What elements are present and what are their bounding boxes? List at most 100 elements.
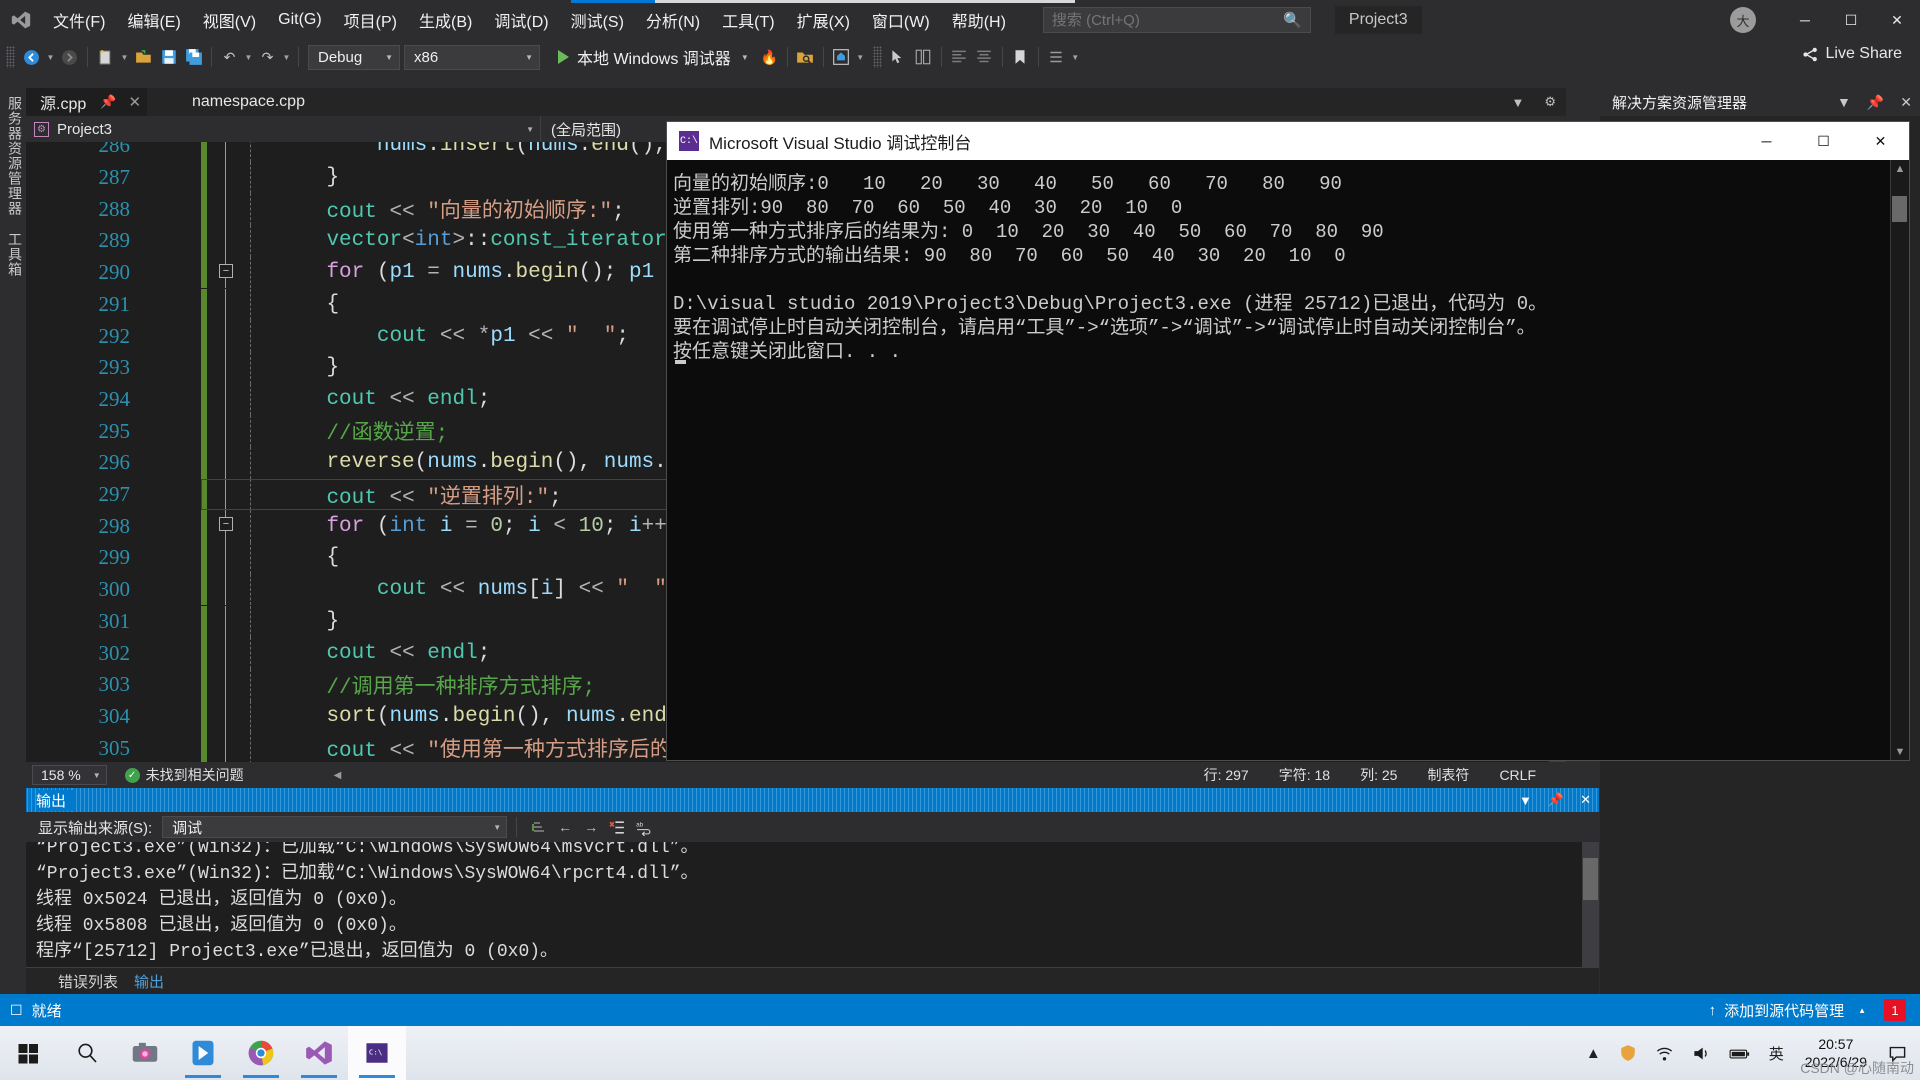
toolbar-overflow[interactable]: ▼ xyxy=(1069,45,1082,70)
console-maximize-button[interactable]: ☐ xyxy=(1795,122,1852,160)
chevron-up-icon[interactable]: ▲ xyxy=(1858,1006,1866,1015)
undo-icon[interactable]: ↶ xyxy=(217,45,242,70)
gear-icon[interactable]: ⚙ xyxy=(1534,94,1566,110)
toolbar-grip[interactable] xyxy=(872,46,882,68)
menu-file[interactable]: 文件(F) xyxy=(42,0,116,40)
console-icon[interactable]: C:\ xyxy=(348,1026,406,1080)
navbar-project-combo[interactable]: ⚙ Project3 ▼ xyxy=(26,116,541,142)
navigate-backward-icon[interactable] xyxy=(19,45,44,70)
close-icon[interactable]: ✕ xyxy=(1892,94,1920,111)
menu-view[interactable]: 视图(V) xyxy=(192,0,267,40)
navigate-backward-dropdown[interactable]: ▼ xyxy=(44,45,57,70)
scroll-down-icon[interactable]: ▼ xyxy=(1891,743,1909,758)
visual-studio-icon[interactable] xyxy=(290,1026,348,1080)
fold-toggle-icon[interactable]: − xyxy=(219,517,233,532)
list-icon[interactable] xyxy=(1044,45,1069,70)
battery-icon[interactable] xyxy=(1720,1044,1760,1063)
previous-message-icon[interactable]: ← xyxy=(552,815,578,839)
issues-indicator[interactable]: ✓ 未找到相关问题 xyxy=(124,765,244,785)
output-vertical-scrollbar[interactable] xyxy=(1582,842,1599,980)
notification-badge[interactable]: 1 xyxy=(1884,999,1906,1021)
debug-console-window[interactable]: C:\ Microsoft Visual Studio 调试控制台 ─ ☐ ✕ … xyxy=(667,122,1909,760)
menu-debug[interactable]: 调试(D) xyxy=(483,0,559,40)
ime-indicator[interactable]: 英 xyxy=(1760,1043,1793,1064)
tab-error-list[interactable]: 错误列表 xyxy=(58,971,118,992)
console-minimize-button[interactable]: ─ xyxy=(1738,122,1795,160)
live-preview-dropdown[interactable]: ▼ xyxy=(854,45,867,70)
search-folder-icon[interactable] xyxy=(793,45,818,70)
security-icon[interactable] xyxy=(1610,1044,1646,1062)
tab-output[interactable]: 输出 xyxy=(134,971,164,992)
scroll-left-icon[interactable]: ◀ xyxy=(334,770,342,781)
menu-edit[interactable]: 编辑(E) xyxy=(116,0,191,40)
pin-icon[interactable]: 📌 xyxy=(1540,792,1572,808)
close-button[interactable]: ✕ xyxy=(1874,0,1920,40)
menu-project[interactable]: 项目(P) xyxy=(333,0,408,40)
solution-configuration-combo[interactable]: Debug ▼ xyxy=(308,44,400,70)
new-item-dropdown[interactable]: ▼ xyxy=(118,45,131,70)
chevron-down-icon[interactable]: ▼ xyxy=(741,53,749,62)
search-icon[interactable] xyxy=(58,1026,116,1080)
menu-test[interactable]: 测试(S) xyxy=(560,0,635,40)
open-folder-icon[interactable] xyxy=(131,45,156,70)
tab-source-cpp[interactable]: 源.cpp 📌 ✕ xyxy=(26,88,148,116)
new-item-icon[interactable] xyxy=(93,45,118,70)
volume-icon[interactable] xyxy=(1683,1044,1720,1063)
start-debugging-button[interactable]: 本地 Windows 调试器 ▼ xyxy=(550,44,757,70)
close-icon[interactable]: ✕ xyxy=(128,93,141,111)
align-icon[interactable] xyxy=(947,45,972,70)
fold-toggle-icon[interactable]: − xyxy=(219,263,233,278)
start-icon[interactable] xyxy=(0,1026,58,1080)
menu-help[interactable]: 帮助(H) xyxy=(941,0,1017,40)
menu-window[interactable]: 窗口(W) xyxy=(861,0,941,40)
upload-icon[interactable]: ↑ xyxy=(1709,1002,1717,1019)
minimize-button[interactable]: ─ xyxy=(1782,0,1828,40)
search-input[interactable] xyxy=(1051,11,1282,29)
next-message-icon[interactable]: → xyxy=(578,815,604,839)
output-source-combo[interactable]: 调试 ▼ xyxy=(162,816,508,838)
chrome-icon[interactable] xyxy=(232,1026,290,1080)
navigate-forward-icon[interactable] xyxy=(57,45,82,70)
console-close-button[interactable]: ✕ xyxy=(1852,122,1909,160)
quick-launch-search[interactable]: 🔍 xyxy=(1042,7,1311,33)
menu-git[interactable]: Git(G) xyxy=(267,0,333,40)
redo-dropdown[interactable]: ▼ xyxy=(280,45,293,70)
console-output-area[interactable]: 向量的初始顺序:0 10 20 30 40 50 60 70 80 90 逆置排列… xyxy=(667,160,1909,760)
live-share-button[interactable]: Live Share xyxy=(1802,45,1902,63)
tray-expand-icon[interactable]: ▲ xyxy=(1577,1045,1610,1062)
close-icon[interactable]: ✕ xyxy=(1572,792,1599,808)
console-title-bar[interactable]: C:\ Microsoft Visual Studio 调试控制台 ─ ☐ ✕ xyxy=(667,122,1909,160)
menu-analyze[interactable]: 分析(N) xyxy=(635,0,711,40)
live-preview-icon[interactable] xyxy=(829,45,854,70)
clear-all-icon[interactable] xyxy=(604,815,630,839)
output-text-area[interactable]: “Project3.exe”(Win32)：已加载“C:\Windows\Sys… xyxy=(26,842,1599,980)
select-element-icon[interactable] xyxy=(886,45,911,70)
menu-tools[interactable]: 工具(T) xyxy=(711,0,785,40)
maximize-button[interactable]: ☐ xyxy=(1828,0,1874,40)
tab-namespace-cpp[interactable]: namespace.cpp xyxy=(178,88,319,116)
pin-icon[interactable]: 📌 xyxy=(1859,94,1892,111)
chevron-down-icon[interactable]: ▼ xyxy=(1511,793,1540,808)
undo-dropdown[interactable]: ▼ xyxy=(242,45,255,70)
redo-icon[interactable]: ↷ xyxy=(255,45,280,70)
scroll-up-icon[interactable]: ▲ xyxy=(1891,160,1909,175)
pin-icon[interactable]: 📌 xyxy=(100,94,116,110)
solution-platform-combo[interactable]: x86 ▼ xyxy=(404,44,540,70)
wifi-icon[interactable] xyxy=(1646,1044,1683,1063)
hot-reload-icon[interactable]: 🔥 xyxy=(757,45,782,70)
menu-extensions[interactable]: 扩展(X) xyxy=(786,0,861,40)
go-to-message-icon[interactable] xyxy=(526,815,552,839)
layout-columns-icon[interactable] xyxy=(911,45,936,70)
account-avatar[interactable]: 大 xyxy=(1730,7,1756,33)
zoom-level-combo[interactable]: 158 % ▼ xyxy=(32,765,107,785)
menu-build[interactable]: 生成(B) xyxy=(408,0,483,40)
output-scrollbar-thumb[interactable] xyxy=(1583,858,1598,900)
bookmark-icon[interactable] xyxy=(1008,45,1033,70)
toggle-word-wrap-icon[interactable]: ab xyxy=(630,815,656,839)
chevron-down-icon[interactable]: ▼ xyxy=(1829,94,1859,110)
save-icon[interactable] xyxy=(156,45,181,70)
save-all-icon[interactable] xyxy=(181,45,206,70)
distribute-icon[interactable] xyxy=(972,45,997,70)
source-control-label[interactable]: 添加到源代码管理 xyxy=(1724,1000,1844,1021)
toolbar-grip[interactable] xyxy=(6,46,15,68)
